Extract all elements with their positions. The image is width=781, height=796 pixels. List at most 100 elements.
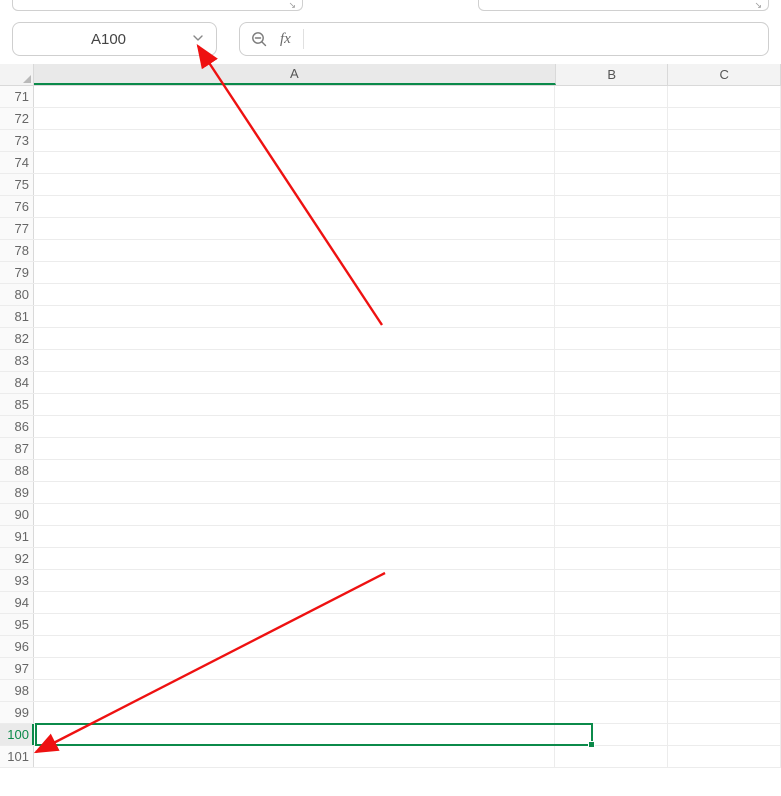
cell-B99[interactable]	[555, 702, 668, 723]
cell-B101[interactable]	[555, 746, 668, 767]
cell-C72[interactable]	[668, 108, 781, 129]
cell-A89[interactable]	[34, 482, 555, 503]
cell-C95[interactable]	[668, 614, 781, 635]
cell-B82[interactable]	[555, 328, 668, 349]
cell-C91[interactable]	[668, 526, 781, 547]
cell-A87[interactable]	[34, 438, 555, 459]
cell-C77[interactable]	[668, 218, 781, 239]
cell-A98[interactable]	[34, 680, 555, 701]
row-header-87[interactable]: 87	[0, 438, 34, 459]
column-header-C[interactable]: C	[668, 64, 781, 85]
row-header-95[interactable]: 95	[0, 614, 34, 635]
row-header-72[interactable]: 72	[0, 108, 34, 129]
cell-B84[interactable]	[555, 372, 668, 393]
row-header-79[interactable]: 79	[0, 262, 34, 283]
cell-C93[interactable]	[668, 570, 781, 591]
cell-B71[interactable]	[555, 86, 668, 107]
cell-B86[interactable]	[555, 416, 668, 437]
cell-B74[interactable]	[555, 152, 668, 173]
row-header-97[interactable]: 97	[0, 658, 34, 679]
cell-A78[interactable]	[34, 240, 555, 261]
cell-C79[interactable]	[668, 262, 781, 283]
row-header-88[interactable]: 88	[0, 460, 34, 481]
row-header-90[interactable]: 90	[0, 504, 34, 525]
cell-C99[interactable]	[668, 702, 781, 723]
row-header-84[interactable]: 84	[0, 372, 34, 393]
column-header-A[interactable]: A	[34, 64, 556, 85]
cell-A99[interactable]	[34, 702, 555, 723]
cell-A83[interactable]	[34, 350, 555, 371]
cell-A96[interactable]	[34, 636, 555, 657]
cell-C81[interactable]	[668, 306, 781, 327]
cell-B89[interactable]	[555, 482, 668, 503]
row-header-83[interactable]: 83	[0, 350, 34, 371]
cell-A95[interactable]	[34, 614, 555, 635]
cell-B80[interactable]	[555, 284, 668, 305]
row-header-98[interactable]: 98	[0, 680, 34, 701]
cell-A79[interactable]	[34, 262, 555, 283]
cell-C96[interactable]	[668, 636, 781, 657]
row-header-76[interactable]: 76	[0, 196, 34, 217]
row-header-86[interactable]: 86	[0, 416, 34, 437]
cell-A101[interactable]	[34, 746, 555, 767]
cell-A97[interactable]	[34, 658, 555, 679]
row-header-99[interactable]: 99	[0, 702, 34, 723]
cell-C89[interactable]	[668, 482, 781, 503]
cell-A82[interactable]	[34, 328, 555, 349]
cell-A90[interactable]	[34, 504, 555, 525]
cell-B88[interactable]	[555, 460, 668, 481]
cell-A77[interactable]	[34, 218, 555, 239]
chevron-down-icon[interactable]	[192, 32, 204, 47]
cell-A84[interactable]	[34, 372, 555, 393]
cell-A71[interactable]	[34, 86, 555, 107]
cell-B79[interactable]	[555, 262, 668, 283]
row-header-100[interactable]: 100	[0, 724, 34, 745]
cell-B75[interactable]	[555, 174, 668, 195]
cell-B81[interactable]	[555, 306, 668, 327]
row-header-74[interactable]: 74	[0, 152, 34, 173]
cell-C86[interactable]	[668, 416, 781, 437]
row-header-92[interactable]: 92	[0, 548, 34, 569]
row-header-85[interactable]: 85	[0, 394, 34, 415]
cell-C78[interactable]	[668, 240, 781, 261]
cell-B92[interactable]	[555, 548, 668, 569]
row-header-78[interactable]: 78	[0, 240, 34, 261]
cell-C97[interactable]	[668, 658, 781, 679]
formula-input[interactable]	[316, 31, 758, 47]
cell-C83[interactable]	[668, 350, 781, 371]
cell-A81[interactable]	[34, 306, 555, 327]
column-header-B[interactable]: B	[556, 64, 669, 85]
row-header-101[interactable]: 101	[0, 746, 34, 767]
row-header-77[interactable]: 77	[0, 218, 34, 239]
cell-A86[interactable]	[34, 416, 555, 437]
row-header-73[interactable]: 73	[0, 130, 34, 151]
cell-B94[interactable]	[555, 592, 668, 613]
cell-C84[interactable]	[668, 372, 781, 393]
cell-C75[interactable]	[668, 174, 781, 195]
cell-C101[interactable]	[668, 746, 781, 767]
cell-A92[interactable]	[34, 548, 555, 569]
cell-C82[interactable]	[668, 328, 781, 349]
cell-C98[interactable]	[668, 680, 781, 701]
row-header-81[interactable]: 81	[0, 306, 34, 327]
cell-A73[interactable]	[34, 130, 555, 151]
cell-B85[interactable]	[555, 394, 668, 415]
row-header-75[interactable]: 75	[0, 174, 34, 195]
cell-B87[interactable]	[555, 438, 668, 459]
cell-C92[interactable]	[668, 548, 781, 569]
cell-C87[interactable]	[668, 438, 781, 459]
row-header-91[interactable]: 91	[0, 526, 34, 547]
cell-A74[interactable]	[34, 152, 555, 173]
cell-C73[interactable]	[668, 130, 781, 151]
cell-A85[interactable]	[34, 394, 555, 415]
cell-A75[interactable]	[34, 174, 555, 195]
cell-B77[interactable]	[555, 218, 668, 239]
cell-C88[interactable]	[668, 460, 781, 481]
row-header-80[interactable]: 80	[0, 284, 34, 305]
cell-A94[interactable]	[34, 592, 555, 613]
cell-B73[interactable]	[555, 130, 668, 151]
cell-C80[interactable]	[668, 284, 781, 305]
row-header-96[interactable]: 96	[0, 636, 34, 657]
cell-C71[interactable]	[668, 86, 781, 107]
cell-C100[interactable]	[668, 724, 781, 745]
